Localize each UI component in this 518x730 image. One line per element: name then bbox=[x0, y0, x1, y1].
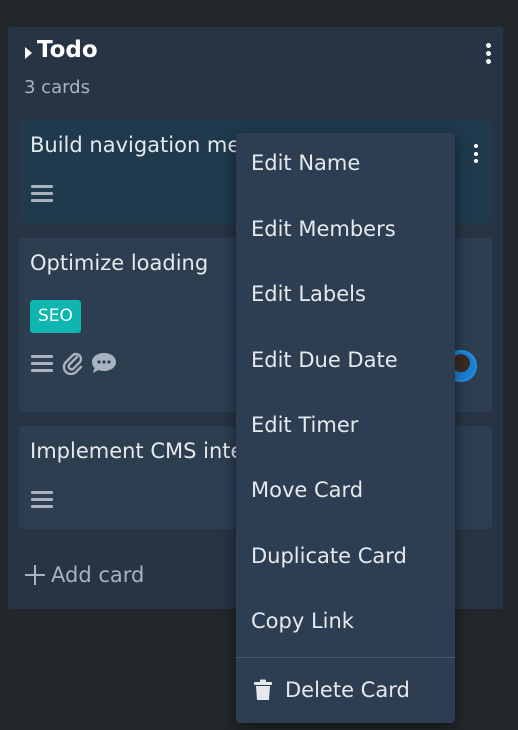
column-menu-kebab-icon[interactable] bbox=[483, 43, 493, 64]
menu-item-edit-labels[interactable]: Edit Labels bbox=[251, 282, 366, 306]
card-count: 3 cards bbox=[24, 77, 90, 98]
card-title: Optimize loading bbox=[30, 251, 209, 275]
paperclip-icon bbox=[62, 352, 83, 375]
menu-item-move-card[interactable]: Move Card bbox=[251, 478, 363, 502]
menu-item-edit-name[interactable]: Edit Name bbox=[251, 151, 360, 175]
menu-item-delete-card[interactable]: Delete Card bbox=[253, 678, 410, 702]
delete-card-label: Delete Card bbox=[285, 678, 410, 702]
column-title[interactable]: Todo bbox=[37, 37, 98, 63]
add-card-button[interactable]: Add card bbox=[23, 563, 144, 587]
card-badges bbox=[29, 488, 55, 510]
card-title: Build navigation menu bbox=[30, 133, 240, 157]
label-seo: SEO bbox=[30, 300, 81, 333]
card-badges bbox=[29, 351, 117, 375]
add-card-label: Add card bbox=[51, 563, 145, 587]
trash-icon bbox=[254, 679, 272, 700]
menu-item-duplicate-card[interactable]: Duplicate Card bbox=[251, 544, 407, 568]
card-badges bbox=[29, 182, 55, 204]
menu-item-edit-due-date[interactable]: Edit Due Date bbox=[251, 348, 398, 372]
description-icon bbox=[31, 491, 53, 508]
comment-icon bbox=[92, 353, 116, 373]
menu-item-edit-members[interactable]: Edit Members bbox=[251, 217, 396, 241]
menu-item-edit-timer[interactable]: Edit Timer bbox=[251, 413, 358, 437]
menu-divider bbox=[236, 657, 455, 658]
plus-icon bbox=[25, 565, 45, 585]
card-title: Implement CMS integration bbox=[30, 439, 240, 463]
card-context-menu: Edit Name Edit Members Edit Labels Edit … bbox=[236, 133, 455, 723]
card-menu-kebab-icon[interactable] bbox=[471, 144, 481, 163]
caret-right-icon[interactable] bbox=[25, 47, 32, 59]
menu-item-copy-link[interactable]: Copy Link bbox=[251, 609, 354, 633]
description-icon bbox=[31, 185, 53, 202]
column-header: Todo 3 cards bbox=[8, 27, 503, 117]
description-icon bbox=[31, 355, 53, 372]
